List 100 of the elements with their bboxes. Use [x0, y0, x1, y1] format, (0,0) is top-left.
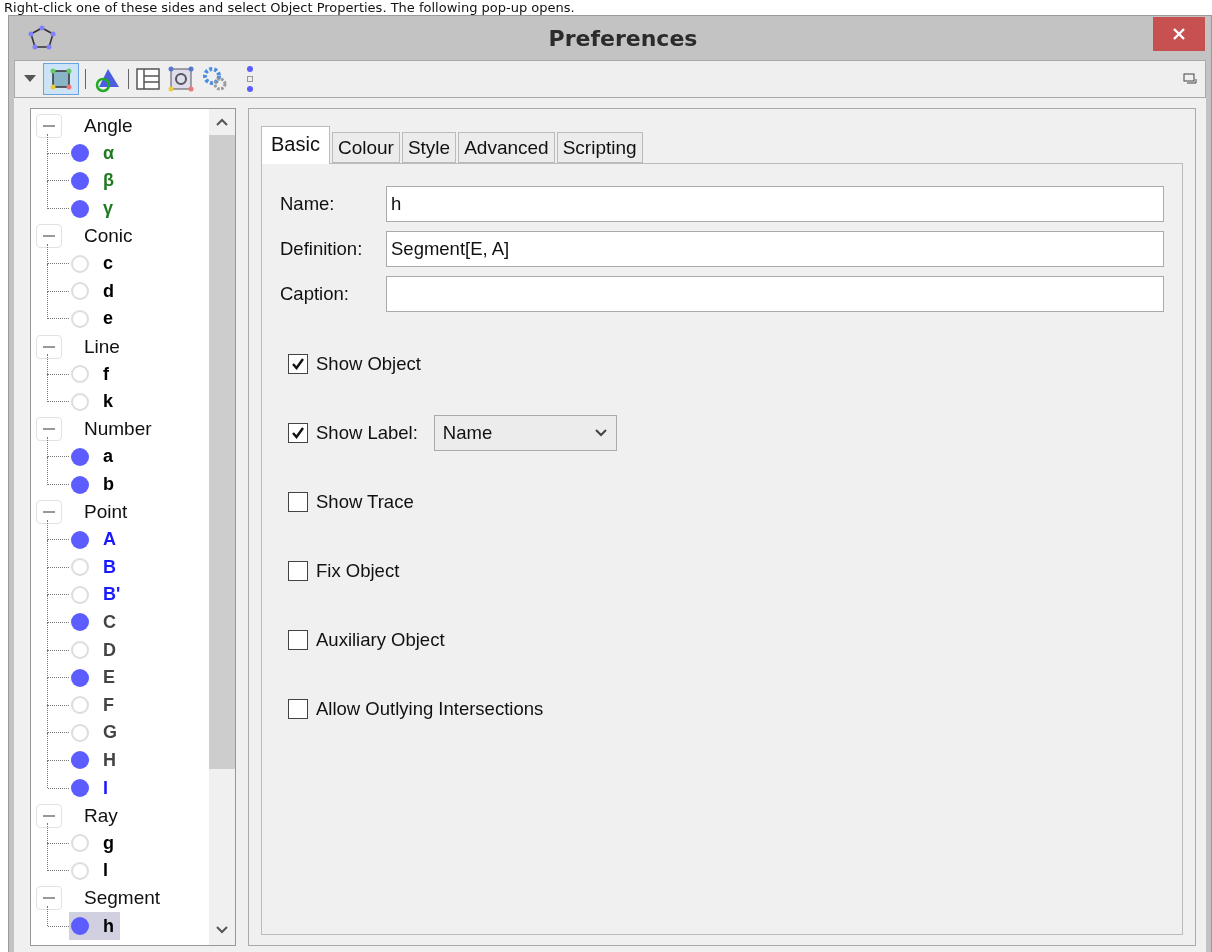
checkbox[interactable] — [288, 354, 308, 374]
tree-item[interactable]: b — [69, 470, 120, 499]
visibility-dot[interactable] — [71, 199, 89, 218]
tree-group-label[interactable]: Point — [84, 501, 128, 524]
visibility-dot[interactable] — [71, 834, 89, 853]
object-name: E — [103, 667, 115, 689]
scroll-up-icon[interactable] — [215, 117, 229, 127]
tree-item[interactable]: G — [69, 719, 123, 747]
tree-group-label[interactable]: Angle — [84, 114, 133, 137]
tree-item[interactable]: h — [69, 912, 120, 940]
visibility-dot[interactable] — [71, 282, 89, 301]
object-name: b — [103, 474, 114, 495]
object-name: β — [103, 170, 114, 192]
tree-item[interactable]: B' — [69, 581, 127, 609]
visibility-dot[interactable] — [71, 172, 89, 190]
checkbox[interactable] — [288, 699, 308, 719]
tab[interactable]: Colour — [331, 132, 400, 163]
tree-item[interactable]: I — [69, 774, 114, 802]
tree-item[interactable]: g — [69, 829, 120, 858]
more-options-icon[interactable] — [245, 65, 255, 93]
option-label: Show Label: — [316, 422, 418, 444]
tab[interactable]: Basic — [261, 126, 330, 164]
object-name: A — [103, 529, 116, 551]
input-field[interactable]: Segment[E, A] — [386, 231, 1164, 267]
object-name: h — [103, 915, 114, 937]
visibility-dot[interactable] — [71, 447, 89, 466]
tree-item[interactable]: A — [69, 525, 122, 554]
tree-item[interactable]: f — [69, 360, 115, 388]
visibility-dot[interactable] — [71, 751, 89, 770]
visibility-dot[interactable] — [71, 144, 89, 163]
tab[interactable]: Style — [401, 132, 457, 163]
tree-item[interactable]: D — [69, 636, 122, 664]
tree-item[interactable]: l — [69, 857, 114, 885]
tree-item[interactable]: E — [69, 663, 121, 692]
input-field[interactable]: h — [386, 186, 1164, 222]
close-button[interactable] — [1153, 17, 1205, 51]
dropdown-triangle-icon[interactable] — [23, 74, 37, 84]
collapse-toggle[interactable] — [36, 334, 62, 359]
tree-item[interactable]: k — [69, 387, 119, 416]
collapse-toggle[interactable] — [36, 886, 62, 911]
checkbox[interactable] — [288, 492, 308, 512]
tree-item[interactable]: e — [69, 305, 119, 333]
tree-item[interactable]: C — [69, 608, 122, 637]
object-name: H — [103, 749, 116, 771]
scrollbar-thumb[interactable] — [209, 135, 235, 769]
object-name: e — [103, 308, 113, 330]
visibility-dot[interactable] — [71, 696, 89, 715]
visibility-dot[interactable] — [71, 392, 89, 411]
tree-group-label[interactable]: Line — [84, 335, 120, 358]
collapse-toggle[interactable] — [36, 500, 62, 525]
visibility-dot[interactable] — [71, 641, 89, 660]
checkmark-icon — [291, 426, 305, 440]
collapse-toggle[interactable] — [36, 417, 62, 442]
visibility-dot[interactable] — [71, 530, 89, 549]
visibility-dot[interactable] — [71, 585, 89, 604]
tree-group-label[interactable]: Conic — [84, 225, 133, 248]
graphics-view-button[interactable] — [43, 63, 79, 95]
tree-item[interactable]: B — [69, 553, 122, 582]
settings-icon[interactable] — [201, 65, 229, 93]
visibility-dot[interactable] — [71, 779, 89, 798]
input-field[interactable] — [386, 276, 1164, 312]
gear-frame-icon[interactable] — [167, 65, 195, 93]
checkbox[interactable] — [288, 561, 308, 581]
visibility-dot[interactable] — [71, 668, 89, 687]
visibility-dot[interactable] — [71, 475, 89, 494]
undock-icon[interactable] — [1183, 73, 1197, 85]
visibility-dot[interactable] — [71, 613, 89, 632]
field-label: Name: — [280, 193, 336, 215]
visibility-dot[interactable] — [71, 558, 89, 577]
tree-item[interactable]: H — [69, 746, 122, 775]
tab[interactable]: Scripting — [556, 132, 643, 163]
tree-item[interactable]: β — [69, 167, 120, 195]
tree-item[interactable]: a — [69, 443, 119, 471]
field-label: Definition: — [280, 238, 364, 260]
visibility-dot[interactable] — [71, 309, 89, 328]
collapse-toggle[interactable] — [36, 803, 62, 828]
close-icon — [1172, 27, 1186, 41]
checkbox[interactable] — [288, 423, 308, 443]
visibility-dot[interactable] — [71, 365, 89, 384]
label-dropdown[interactable]: Name — [433, 415, 617, 451]
visibility-dot[interactable] — [71, 917, 89, 935]
tab[interactable]: Advanced — [458, 132, 555, 163]
tree-item[interactable]: c — [69, 249, 119, 278]
tree-group-label[interactable]: Ray — [84, 804, 118, 827]
checkbox[interactable] — [288, 630, 308, 650]
visibility-dot[interactable] — [71, 723, 89, 742]
tree-item[interactable]: α — [69, 139, 121, 168]
tree-item[interactable]: d — [69, 277, 120, 306]
option-label: Show Object — [316, 353, 421, 375]
tree-group-label[interactable]: Number — [84, 418, 152, 441]
visibility-dot[interactable] — [71, 861, 89, 880]
tree-item[interactable]: γ — [69, 194, 119, 223]
collapse-toggle[interactable] — [36, 224, 62, 249]
scroll-down-icon[interactable] — [215, 925, 229, 935]
object-name: C — [103, 612, 116, 633]
tree-item[interactable]: F — [69, 691, 120, 720]
tree-group-label[interactable]: Segment — [84, 887, 161, 910]
layout-icon[interactable] — [135, 67, 161, 91]
visibility-dot[interactable] — [71, 254, 89, 273]
collapse-toggle[interactable] — [36, 113, 62, 138]
